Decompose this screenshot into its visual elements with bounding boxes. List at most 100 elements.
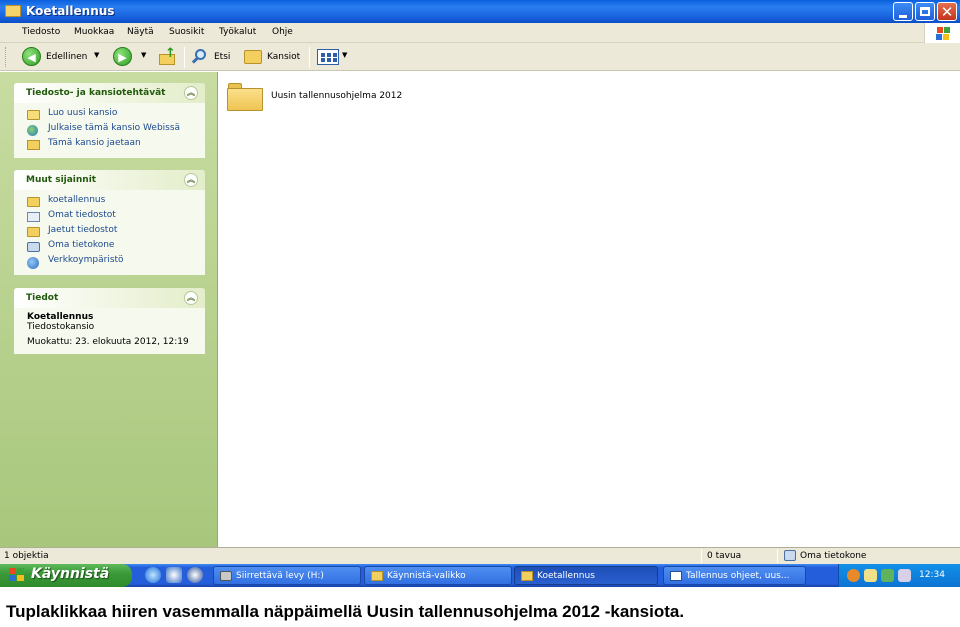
status-divider [777,549,778,563]
menu-view[interactable]: Näytä [127,27,154,37]
toolbar-separator [309,47,310,68]
forward-arrow-icon[interactable]: ▶ [113,47,132,66]
task-label: Luo uusi kansio [48,108,118,118]
status-bar: 1 objektia 0 tavua Oma tietokone [0,547,960,564]
folders-icon[interactable] [244,50,262,64]
place-my-documents[interactable]: Omat tiedostot [14,210,205,225]
folder-item-label[interactable]: Uusin tallennusohjelma 2012 [271,91,402,101]
tray-app-icon[interactable] [864,569,877,582]
menu-file[interactable]: Tiedosto [22,27,60,37]
title-bar[interactable]: Koetallennus ✕ [0,0,960,23]
panel-header[interactable]: Tiedosto- ja kansiotehtävät ︽ [14,83,205,103]
place-shared-documents[interactable]: Jaetut tiedostot [14,225,205,240]
views-dropdown-icon[interactable]: ▼ [342,51,347,59]
maximize-icon [920,7,930,16]
status-divider [701,549,702,563]
menu-favorites[interactable]: Suosikit [169,27,204,37]
my-documents-icon [27,212,40,222]
forward-dropdown-icon[interactable]: ▼ [141,51,146,59]
collapse-chevron-icon[interactable]: ︽ [184,86,198,100]
computer-icon [784,550,796,561]
menu-tools[interactable]: Työkalut [219,27,256,37]
taskbar-button-koetallennus[interactable]: Koetallennus [514,566,658,585]
media-player-icon[interactable] [187,567,203,583]
internet-explorer-icon[interactable] [145,567,161,583]
menu-edit[interactable]: Muokkaa [74,27,114,37]
menu-bar: Tiedosto Muokkaa Näytä Suosikit Työkalut… [0,23,960,43]
globe-icon [27,125,38,136]
panel-title: Muut sijainnit [26,175,97,185]
clock[interactable]: 12:34 [919,570,945,580]
maximize-button[interactable] [915,2,935,21]
task-new-folder[interactable]: Luo uusi kansio [14,108,205,123]
details-modified: Muokattu: 23. elokuuta 2012, 12:19 [27,337,189,347]
taskbar-button-document[interactable]: Tallennus ohjeet, uus... [663,566,806,585]
place-my-computer[interactable]: Oma tietokone [14,240,205,255]
system-tray: 12:34 [838,564,960,587]
new-folder-icon [27,110,40,120]
folder-icon [371,571,383,581]
task-publish-web[interactable]: Julkaise tämä kansio Webissä [14,123,205,138]
tray-arrow-icon[interactable] [847,569,860,582]
file-list-area[interactable]: Uusin tallennusohjelma 2012 [219,72,960,547]
panel-header[interactable]: Tiedot ︽ [14,288,205,308]
place-label: Verkkoympäristö [48,255,124,265]
back-button-label[interactable]: Edellinen [46,52,87,62]
folder-icon [27,197,40,207]
taskbar-button-start-menu-folder[interactable]: Käynnistä-valikko [364,566,512,585]
windows-flag-icon [9,568,24,582]
details-name: Koetallennus [27,312,94,322]
close-button[interactable]: ✕ [937,2,957,21]
task-label: Käynnistä-valikko [387,571,466,581]
outlook-icon[interactable] [166,567,182,583]
drive-icon [220,571,232,581]
start-button[interactable]: Käynnistä [0,564,132,587]
minimize-icon [899,15,907,18]
place-network[interactable]: Verkkoympäristö [14,255,205,270]
panel-title: Tiedot [26,293,59,303]
task-share-folder[interactable]: Tämä kansio jaetaan [14,138,205,153]
instruction-caption: Tuplaklikkaa hiiren vasemmalla näppäimel… [6,602,685,621]
minimize-button[interactable] [893,2,913,21]
word-document-icon [670,571,682,581]
search-icon[interactable] [191,48,209,66]
place-label: Jaetut tiedostot [48,225,118,235]
network-icon [27,257,39,269]
panel-title: Tiedosto- ja kansiotehtävät [26,88,166,98]
task-label: Tallennus ohjeet, uus... [686,571,790,581]
views-icon[interactable] [317,49,339,65]
window-title: Koetallennus [26,4,115,18]
start-label: Käynnistä [31,566,110,582]
panel-header[interactable]: Muut sijainnit ︽ [14,170,205,190]
file-folder-tasks-panel: Tiedosto- ja kansiotehtävät ︽ Luo uusi k… [14,83,205,158]
taskbar-button-removable-drive[interactable]: Siirrettävä levy (H:) [213,566,361,585]
folder-icon[interactable] [227,83,263,111]
back-dropdown-icon[interactable]: ▼ [94,51,99,59]
computer-icon [27,242,40,252]
place-label: Oma tietokone [48,240,115,250]
tray-app-icon[interactable] [881,569,894,582]
collapse-chevron-icon[interactable]: ︽ [184,291,198,305]
explorer-window: Koetallennus ✕ Tiedosto Muokkaa Näytä Su… [0,0,960,587]
windows-logo-icon [924,23,960,43]
collapse-chevron-icon[interactable]: ︽ [184,173,198,187]
place-label: koetallennus [48,195,106,205]
toolbar-separator [184,47,185,68]
other-places-panel: Muut sijainnit ︽ koetallennus Omat tiedo… [14,170,205,275]
folder-up-icon[interactable]: ↑ [159,46,177,66]
task-label: Julkaise tämä kansio Webissä [48,123,181,133]
close-icon: ✕ [940,3,954,21]
details-panel: Tiedot ︽ Koetallennus Tiedostokansio Muo… [14,288,205,354]
menu-help[interactable]: Ohje [272,27,293,37]
search-button-label[interactable]: Etsi [214,52,230,62]
folders-button-label[interactable]: Kansiot [267,52,300,62]
task-pane: Tiedosto- ja kansiotehtävät ︽ Luo uusi k… [0,72,218,547]
toolbar-grip[interactable] [5,47,8,67]
share-folder-icon [27,140,40,150]
status-size: 0 tavua [707,551,742,561]
place-koetallennus[interactable]: koetallennus [14,195,205,210]
folder-icon [521,571,533,581]
status-object-count: 1 objektia [4,551,49,561]
tray-security-icon[interactable] [898,569,911,582]
back-arrow-icon[interactable]: ◀ [22,47,41,66]
